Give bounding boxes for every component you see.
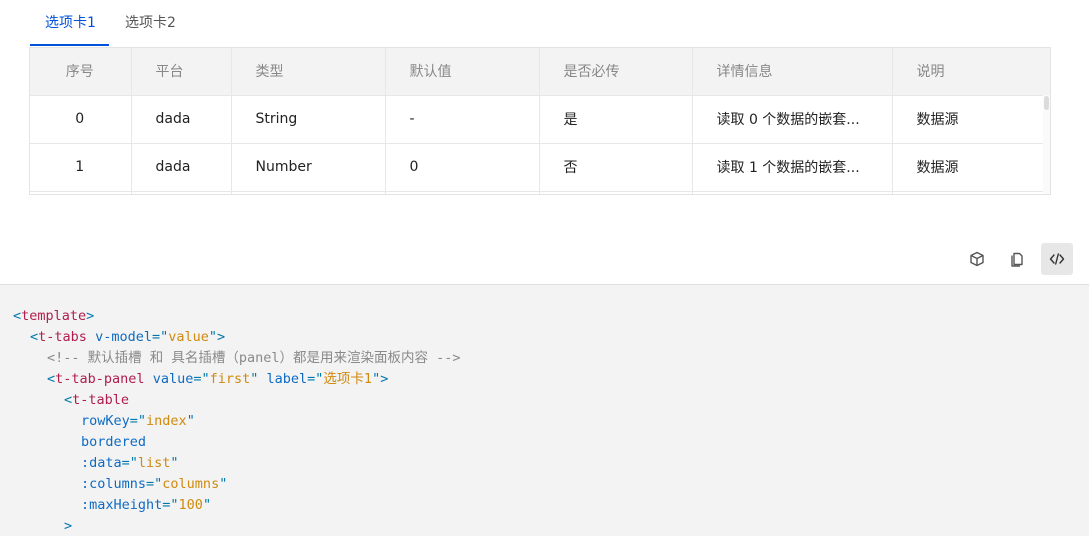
cell-required: 否 (539, 143, 693, 192)
cell-detail: 读取 1 个数据的嵌套... (692, 143, 893, 192)
copy-icon (1011, 252, 1023, 267)
cell-index: 0 (30, 95, 132, 144)
code-line: <t-tabs v-model="value"> (30, 329, 226, 345)
col-header-index: 序号 (30, 48, 132, 96)
active-tab-indicator (30, 44, 109, 46)
table-scrollbar[interactable] (1043, 95, 1050, 194)
cell-description: 数据源 (892, 143, 1045, 192)
cell-detail: 读取 0 个数据的嵌套... (692, 95, 893, 144)
code-line: > (64, 518, 73, 534)
table-row[interactable] (30, 191, 1045, 194)
cell-platform: dada (131, 95, 232, 144)
show-code-button[interactable] (1041, 243, 1073, 275)
code-comment: <!-- 默认插槽 和 具名插槽（panel）都是用来渲染面板内容 --> (47, 350, 461, 366)
cube-icon (970, 251, 984, 267)
table-scrollbar-thumb[interactable] (1044, 96, 1049, 110)
col-header-required: 是否必传 (539, 48, 693, 96)
col-header-platform: 平台 (131, 48, 232, 96)
table-row[interactable]: 1 dada Number 0 否 读取 1 个数据的嵌套... 数据源 (30, 143, 1045, 192)
col-header-type: 类型 (231, 48, 386, 96)
cell-platform: dada (131, 143, 232, 192)
sandbox-button[interactable] (961, 243, 993, 275)
tab-bar: 选项卡1 选项卡2 (30, 0, 1051, 46)
code-block: <template> <t-tabs v-model="value"> <!--… (0, 284, 1089, 536)
cell-default: - (385, 95, 540, 144)
tab-1[interactable]: 选项卡1 (30, 0, 111, 44)
code-line: <template> (13, 308, 95, 324)
cell-type: Number (231, 143, 386, 192)
table-header-row: 序号 平台 类型 默认值 是否必传 详情信息 说明 (30, 48, 1045, 96)
code-line: <t-table (64, 392, 130, 408)
col-header-default: 默认值 (385, 48, 540, 96)
code-line: :data="list" (81, 455, 179, 471)
code-line: :columns="columns" (81, 476, 228, 492)
header-scroll-gutter (1043, 48, 1050, 95)
code-line: bordered (81, 434, 147, 450)
tab-2[interactable]: 选项卡2 (110, 0, 191, 44)
code-icon (1049, 253, 1065, 265)
col-header-detail: 详情信息 (692, 48, 893, 96)
code-toolbar (959, 243, 1089, 277)
code-line: rowKey="index" (81, 413, 195, 429)
cell-type: String (231, 95, 386, 144)
data-table: 序号 平台 类型 默认值 是否必传 详情信息 说明 0 dada String … (29, 47, 1051, 195)
cell-default: 0 (385, 143, 540, 192)
table-row[interactable]: 0 dada String - 是 读取 0 个数据的嵌套... 数据源 (30, 95, 1045, 144)
cell-index: 1 (30, 143, 132, 192)
code-line: :maxHeight="100" (81, 497, 212, 513)
code-line: <t-tab-panel value="first" label="选项卡1"> (47, 371, 389, 387)
cell-description: 数据源 (892, 95, 1045, 144)
col-header-description: 说明 (892, 48, 1045, 96)
copy-button[interactable] (1001, 243, 1033, 275)
cell-required: 是 (539, 95, 693, 144)
